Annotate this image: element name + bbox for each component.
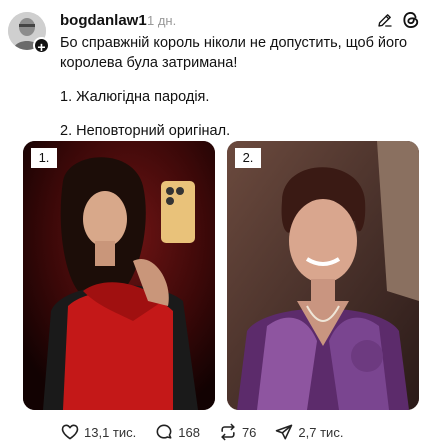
follow-plus-icon[interactable]: + [33, 37, 50, 55]
comment-button[interactable]: 168 [154, 422, 200, 442]
threads-logo-icon[interactable] [401, 10, 421, 30]
media-image-1[interactable]: 1. [23, 141, 215, 410]
pencil-icon[interactable] [376, 11, 394, 29]
post-timestamp: 1 дн. [147, 13, 177, 28]
heart-icon [61, 424, 79, 440]
repost-icon [221, 423, 235, 441]
share-count: 2,7 тис. [298, 424, 344, 440]
post-actions: 13,1 тис. 168 76 2,7 тис. [60, 421, 343, 443]
media-number-label: 1. [31, 148, 57, 168]
repost-count: 76 [241, 424, 257, 440]
media-number-label: 2. [235, 148, 261, 168]
username[interactable]: bogdanlaw1 [60, 12, 147, 29]
share-button[interactable]: 2,7 тис. [274, 422, 343, 442]
send-icon [276, 424, 293, 440]
post-paragraph: 1. Жалюгідна пародія. [60, 89, 210, 105]
comment-bubble-icon [156, 424, 172, 439]
comment-count: 168 [178, 424, 200, 440]
repost-button[interactable]: 76 [218, 422, 256, 442]
post-paragraph: 2. Неповторний оригінал. [60, 123, 231, 139]
post-paragraph: Бо справжній король ніколи не допустить,… [60, 35, 408, 71]
like-button[interactable]: 13,1 тис. [60, 422, 136, 442]
avatar-container[interactable]: + [8, 12, 50, 55]
media-image-2[interactable]: 2. [227, 141, 419, 410]
like-count: 13,1 тис. [84, 424, 137, 440]
post-text: Бо справжній король ніколи не допустить,… [60, 33, 420, 141]
